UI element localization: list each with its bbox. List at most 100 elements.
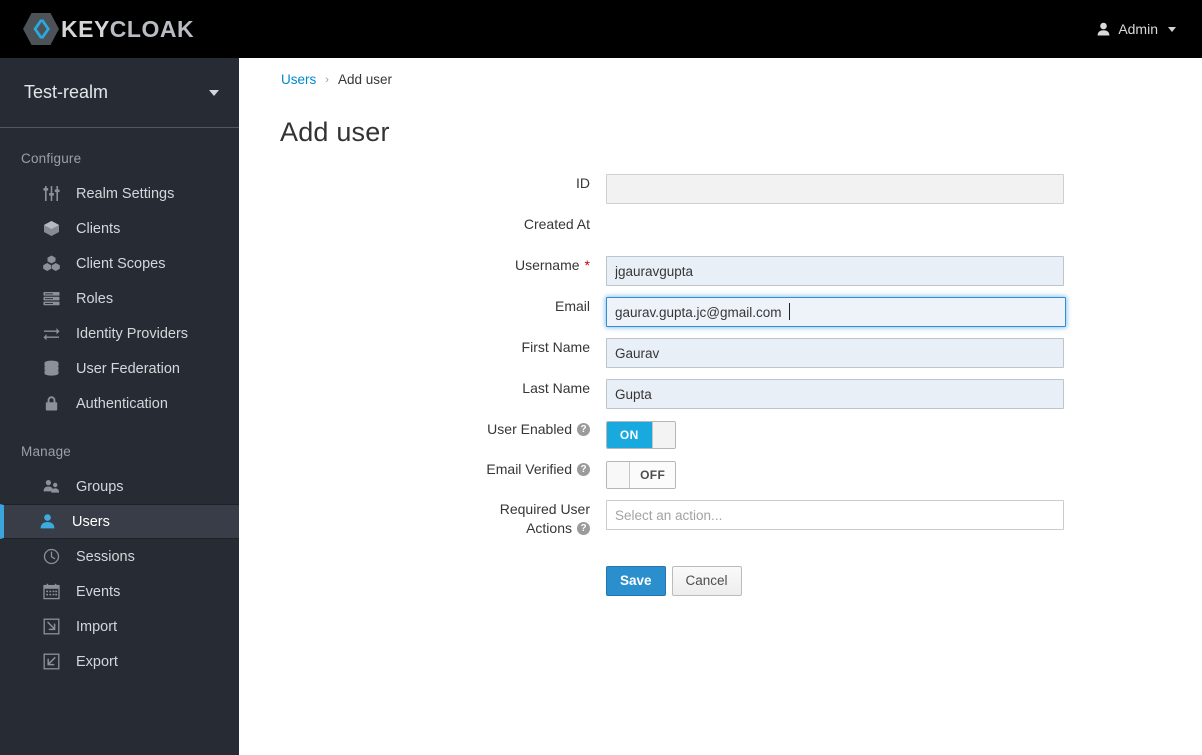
form-row-id: ID [239,174,1202,204]
username-input[interactable] [606,256,1064,286]
realm-name: Test-realm [24,82,109,102]
breadcrumb-link-users[interactable]: Users [281,72,316,87]
user-enabled-toggle[interactable]: ON [606,421,676,449]
masthead: KEYCLOAK Admin [0,0,1202,58]
sidebar-item-label: Import [76,618,118,635]
sidebar-item-label: Export [76,653,118,670]
required-marker: * [584,257,590,273]
email-verified-toggle-knob [607,462,631,488]
chevron-down-icon [1168,26,1176,32]
sidebar-item-realm-settings[interactable]: Realm Settings [0,176,239,211]
breadcrumb-current: Add user [337,72,392,87]
save-button[interactable]: Save [606,566,666,596]
sidebar-item-label: User Federation [76,360,180,377]
lock-icon [42,395,60,413]
user-enabled-toggle-knob [651,422,675,448]
form-row-username: Username * [239,256,1202,286]
user-icon [1097,22,1110,36]
sidebar-item-roles[interactable]: Roles [0,281,239,316]
import-arrow-icon [42,618,60,636]
keycloak-hexagon-logo-icon [22,12,60,46]
brand-title-cloak: CLOAK [109,15,195,42]
help-circle-icon[interactable]: ? [577,463,590,476]
id-input [606,174,1064,204]
email-verified-toggle-label: OFF [630,462,675,488]
page-title: Add user [280,117,390,147]
sidebar-item-client-scopes[interactable]: Client Scopes [0,246,239,281]
form-row-user-enabled: User Enabled ? ON [239,420,1202,449]
sidebar-item-label: Sessions [76,548,135,565]
label-email-verified: Email Verified ? [239,460,606,479]
label-id: ID [576,175,590,191]
cubes-icon [42,255,60,273]
form-row-required-user-actions: Required User Actions ? [239,500,1202,538]
sidebar-item-label: Roles [76,290,114,307]
form-row-last-name: Last Name [239,379,1202,409]
brand-logo-group[interactable]: KEYCLOAK [0,12,194,46]
sidebar-item-clients[interactable]: Clients [0,211,239,246]
email-verified-toggle[interactable]: OFF [606,461,676,489]
calendar-icon [42,583,60,601]
cube-icon [42,220,60,238]
sidebar-item-authentication[interactable]: Authentication [0,386,239,421]
form-row-actions: Save Cancel [239,549,1202,596]
label-username: Username * [514,257,590,273]
brand-title: KEYCLOAK [61,16,194,43]
text-caret [789,303,790,320]
brand-title-key: KEY [61,15,110,42]
label-email: Email [554,298,590,314]
sidebar-item-sessions[interactable]: Sessions [0,539,239,574]
sidebar-item-label: Realm Settings [76,185,175,202]
main-content: Users › Add user Add user ID Created At [239,58,1202,755]
add-user-form: ID Created At Username * jgauravgupta Em… [239,148,1202,596]
realm-selector[interactable]: Test-realm [0,58,239,128]
form-row-email-verified: Email Verified ? OFF [239,460,1202,489]
admin-user-menu[interactable]: Admin [1097,21,1202,37]
sidebar-item-label: Users [72,513,110,530]
sidebar-item-label: Groups [76,478,124,495]
sidebar-section-configure-title: Configure [21,151,82,166]
label-user-enabled: User Enabled ? [239,420,606,439]
user-enabled-toggle-label: ON [607,422,652,448]
label-last-name: Last Name [522,380,590,396]
form-row-created-at: Created At [239,215,1202,245]
database-icon [42,360,60,378]
label-created-at: Created At [523,216,590,232]
created-at-value [606,215,1064,245]
user-icon [38,513,56,531]
form-row-email: Email [239,297,1202,327]
sidebar: Test-realm Configure Realm Settings Clie… [0,58,239,755]
exchange-arrows-icon [42,325,60,343]
list-rows-icon [42,290,60,308]
admin-user-label: Admin [1118,21,1158,37]
email-field-wrapper [606,297,1066,327]
sidebar-item-label: Identity Providers [76,325,189,342]
sidebar-item-label: Authentication [76,395,168,412]
sidebar-item-events[interactable]: Events [0,574,239,609]
sidebar-item-groups[interactable]: Groups [0,469,239,504]
sidebar-item-identity-providers[interactable]: Identity Providers [0,316,239,351]
required-user-actions-input[interactable] [606,500,1064,530]
sidebar-item-label: Events [76,583,121,600]
chevron-down-icon [209,89,219,96]
breadcrumb-separator-icon: › [325,73,329,86]
sidebar-item-export[interactable]: Export [0,644,239,679]
label-required-user-actions: Required User Actions ? [499,501,590,536]
sliders-icon [42,185,60,203]
help-circle-icon[interactable]: ? [577,423,590,436]
label-first-name: First Name [521,339,590,355]
breadcrumb: Users › Add user [239,58,1202,87]
sidebar-item-users[interactable]: Users [0,504,239,539]
help-circle-icon[interactable]: ? [577,522,590,535]
sidebar-section-manage-title: Manage [21,444,71,459]
form-button-row: Save Cancel [606,566,742,596]
sidebar-item-import[interactable]: Import [0,609,239,644]
sidebar-item-label: Client Scopes [76,255,166,272]
first-name-input[interactable] [606,338,1064,368]
last-name-input[interactable] [606,379,1064,409]
users-group-icon [42,478,60,496]
email-input[interactable] [606,297,1066,327]
clock-icon [42,548,60,566]
sidebar-item-user-federation[interactable]: User Federation [0,351,239,386]
cancel-button[interactable]: Cancel [671,566,742,596]
